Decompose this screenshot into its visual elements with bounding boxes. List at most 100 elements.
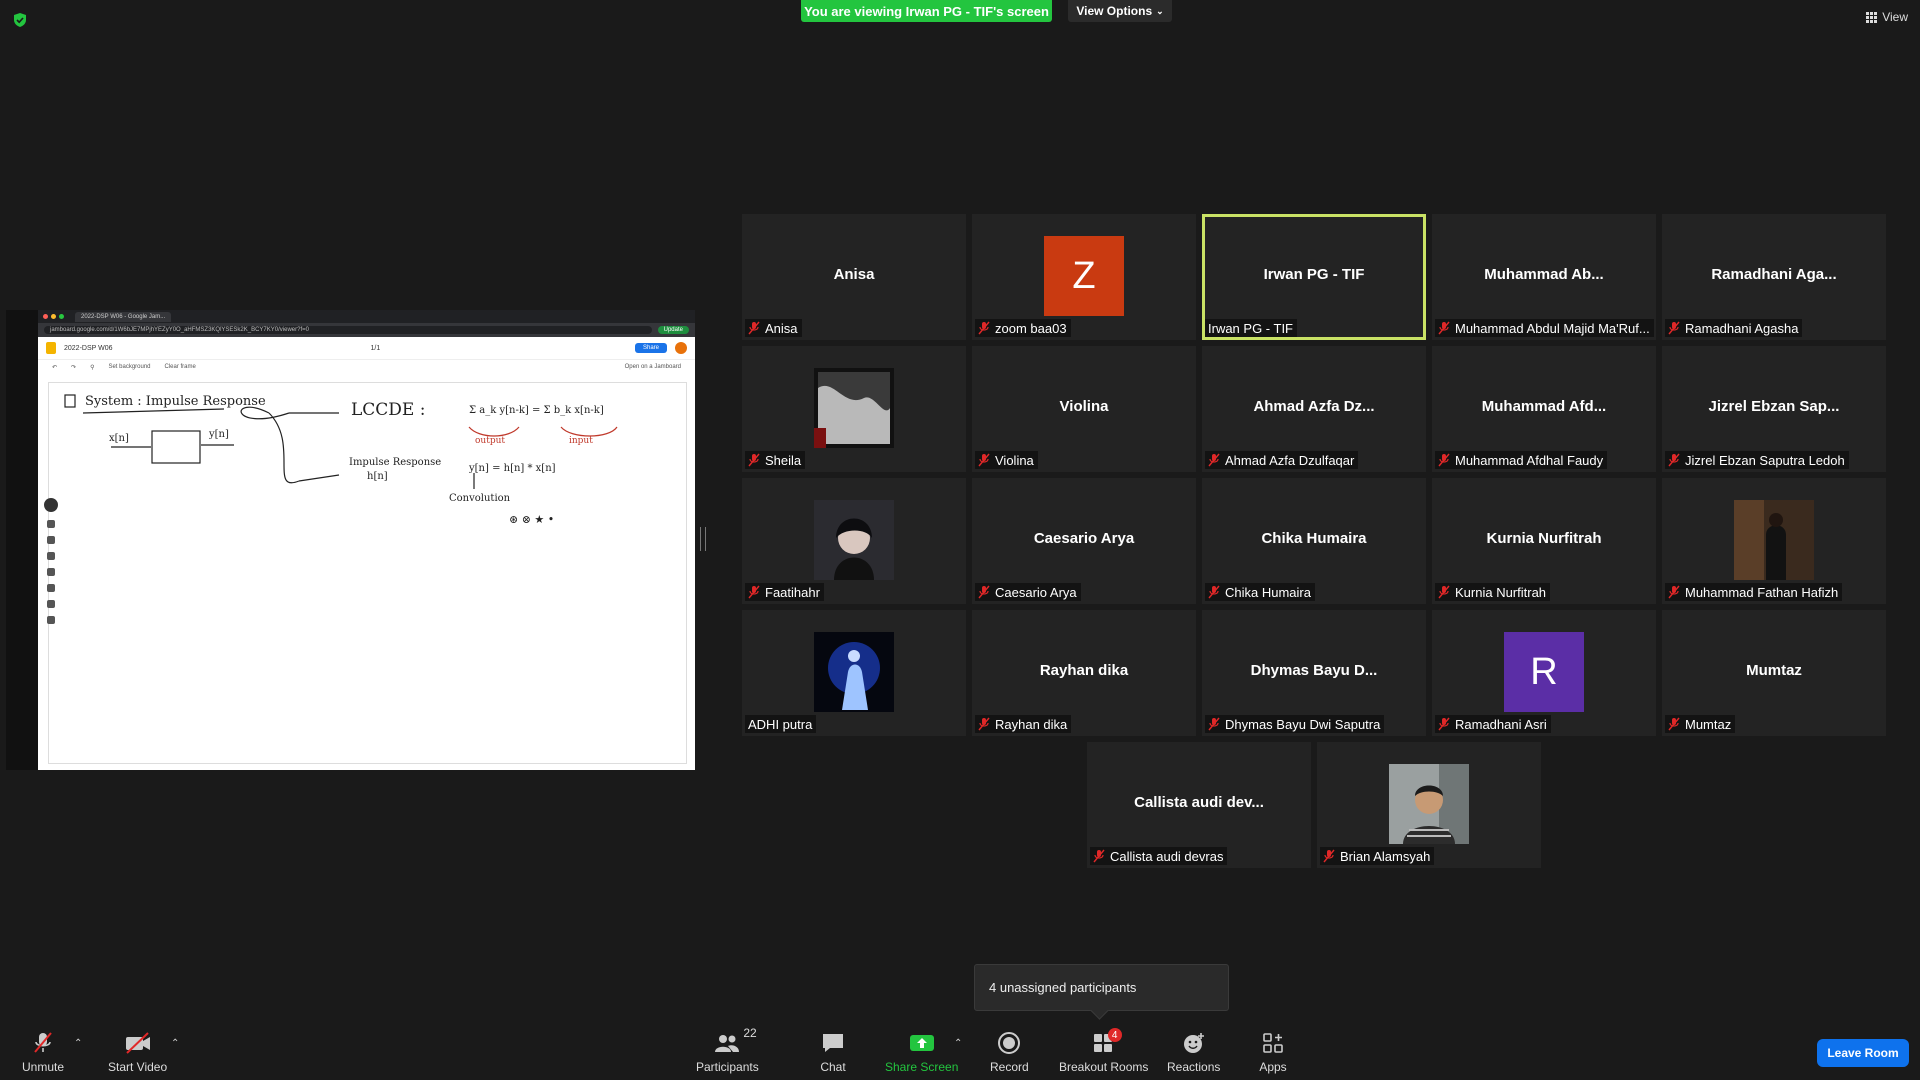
participant-tile[interactable]: Callista audi dev... Callista audi devras bbox=[1087, 742, 1311, 868]
viewing-banner-text: You are viewing Irwan PG - TIF's screen bbox=[804, 3, 1049, 19]
participant-tile[interactable]: Ramadhani Aga... Ramadhani Agasha bbox=[1662, 214, 1886, 340]
participant-name: Ramadhani Agasha bbox=[1685, 320, 1799, 336]
participant-avatar-letter: R bbox=[1504, 632, 1584, 712]
unassigned-text: 4 unassigned participants bbox=[989, 980, 1137, 995]
share-screen-button[interactable]: Share Screen bbox=[885, 1030, 958, 1074]
breakout-rooms-icon: 4 bbox=[1090, 1028, 1122, 1056]
participant-profile-photo bbox=[814, 368, 894, 448]
reactions-button[interactable]: Reactions bbox=[1167, 1030, 1220, 1074]
participant-name-label: Callista audi devras bbox=[1090, 847, 1228, 865]
participant-tile[interactable]: Zzoom baa03 bbox=[972, 214, 1196, 340]
participant-name-label: Muhammad Abdul Majid Ma'Ruf... bbox=[1435, 319, 1654, 337]
microphone-muted-icon bbox=[1438, 453, 1450, 467]
participant-name: Muhammad Fathan Hafizh bbox=[1685, 584, 1839, 600]
shared-screen[interactable]: 2022-DSP W06 - Google Jam... jamboard.go… bbox=[6, 310, 695, 770]
select-icon bbox=[47, 536, 55, 544]
participant-name: Anisa bbox=[765, 320, 798, 336]
split-view-divider[interactable] bbox=[700, 527, 706, 551]
participant-tile[interactable]: Brian Alamsyah bbox=[1317, 742, 1541, 868]
start-video-button[interactable]: Start Video bbox=[108, 1030, 167, 1074]
participant-tile[interactable]: Anisa Anisa bbox=[742, 214, 966, 340]
participant-tile[interactable]: Caesario Arya Caesario Arya bbox=[972, 478, 1196, 604]
participant-tile[interactable]: Jizrel Ebzan Sap... Jizrel Ebzan Saputra … bbox=[1662, 346, 1886, 472]
participant-tile[interactable]: Muhammad Fathan Hafizh bbox=[1662, 478, 1886, 604]
browser-tabbar: 2022-DSP W06 - Google Jam... bbox=[38, 310, 695, 323]
whiteboard-drawing: System : Impulse Response x[n] y[n] LCCD… bbox=[64, 394, 618, 526]
participant-profile-photo bbox=[814, 500, 894, 580]
record-button[interactable]: Record bbox=[990, 1030, 1029, 1074]
participant-display-name: Muhammad Ab... bbox=[1484, 266, 1604, 283]
view-label: View bbox=[1882, 10, 1908, 24]
chat-button[interactable]: Chat bbox=[819, 1030, 847, 1074]
participant-name-label: Brian Alamsyah bbox=[1320, 847, 1435, 865]
participant-name: Violina bbox=[995, 452, 1034, 468]
microphone-muted-icon bbox=[1438, 585, 1450, 599]
breakout-rooms-button[interactable]: 4 Breakout Rooms bbox=[1059, 1028, 1148, 1074]
laser-icon bbox=[47, 616, 55, 624]
leave-room-button[interactable]: Leave Room bbox=[1817, 1039, 1909, 1067]
security-shield-icon[interactable] bbox=[12, 12, 28, 28]
participant-tile[interactable]: Mumtaz Mumtaz bbox=[1662, 610, 1886, 736]
system-title-text: System : Impulse Response bbox=[85, 394, 266, 409]
microphone-muted-icon bbox=[1438, 717, 1450, 731]
output-signal-label: y[n] bbox=[208, 429, 229, 440]
participant-tile[interactable]: Muhammad Ab... Muhammad Abdul Majid Ma'Ru… bbox=[1432, 214, 1656, 340]
participant-name-label: Chika Humaira bbox=[1205, 583, 1315, 601]
view-layout-button[interactable]: View bbox=[1866, 10, 1908, 24]
participant-name: ADHI putra bbox=[748, 716, 813, 732]
chat-label: Chat bbox=[820, 1060, 846, 1074]
participant-profile-photo bbox=[814, 632, 894, 712]
participant-tile[interactable]: Ahmad Azfa Dz... Ahmad Azfa Dzulfaqar bbox=[1202, 346, 1426, 472]
participant-display-name: Dhymas Bayu D... bbox=[1250, 662, 1378, 679]
browser-url: jamboard.google.com/d/1W6bJE7MPjhYEZyY0O… bbox=[44, 326, 652, 334]
close-dot-icon bbox=[43, 314, 48, 319]
participant-tile[interactable]: Rayhan dika Rayhan dika bbox=[972, 610, 1196, 736]
microphone-muted-icon bbox=[1208, 717, 1220, 731]
participant-tile[interactable]: Muhammad Afd... Muhammad Afdhal Faudy bbox=[1432, 346, 1656, 472]
participant-name-label: Kurnia Nurfitrah bbox=[1435, 583, 1551, 601]
audio-options-caret-icon[interactable]: ⌃ bbox=[74, 1038, 82, 1049]
microphone-muted-icon bbox=[1668, 453, 1680, 467]
participant-tile[interactable]: Irwan PG - TIF Irwan PG - TIF bbox=[1202, 214, 1426, 340]
share-screen-label: Share Screen bbox=[885, 1060, 959, 1074]
participant-tile[interactable]: Sheila bbox=[742, 346, 966, 472]
apps-label: Apps bbox=[1259, 1060, 1287, 1074]
participant-profile-photo bbox=[1734, 500, 1814, 580]
unmute-button[interactable]: Unmute bbox=[22, 1030, 64, 1074]
participants-button[interactable]: 22 Participants bbox=[696, 1026, 759, 1074]
jamboard-avatar bbox=[675, 342, 687, 354]
input-signal-label: x[n] bbox=[109, 433, 129, 444]
participant-name: Chika Humaira bbox=[1225, 584, 1311, 600]
microphone-muted-icon bbox=[1093, 849, 1105, 863]
participant-name-label: Anisa bbox=[745, 319, 802, 337]
participant-name: Muhammad Afdhal Faudy bbox=[1455, 452, 1604, 468]
participant-name-label: Ramadhani Asri bbox=[1435, 715, 1551, 733]
participant-tile[interactable]: Violina Violina bbox=[972, 346, 1196, 472]
maximize-dot-icon bbox=[59, 314, 64, 319]
participant-tile[interactable]: Kurnia Nurfitrah Kurnia Nurfitrah bbox=[1432, 478, 1656, 604]
shared-screen-sidebar bbox=[6, 310, 38, 770]
participant-tile[interactable]: Dhymas Bayu D... Dhymas Bayu Dwi Saputra bbox=[1202, 610, 1426, 736]
participant-display-name: Rayhan dika bbox=[1039, 662, 1129, 679]
microphone-muted-icon bbox=[1668, 717, 1680, 731]
participant-tile[interactable]: Chika Humaira Chika Humaira bbox=[1202, 478, 1426, 604]
participant-tile[interactable]: Faatihahr bbox=[742, 478, 966, 604]
participant-name-label: Irwan PG - TIF bbox=[1205, 319, 1297, 337]
jamboard-doc-title: 2022-DSP W06 bbox=[64, 344, 113, 352]
participant-tile[interactable]: ADHI putra bbox=[742, 610, 966, 736]
view-options-button[interactable]: View Options ⌄ bbox=[1068, 0, 1172, 22]
video-options-caret-icon[interactable]: ⌃ bbox=[171, 1038, 179, 1049]
share-screen-icon bbox=[908, 1030, 936, 1056]
convolution-equation: y[n] = h[n] * x[n] bbox=[468, 463, 556, 474]
participant-display-name: Violina bbox=[1059, 398, 1109, 415]
record-icon bbox=[995, 1030, 1023, 1056]
unassigned-participants-tooltip: 4 unassigned participants bbox=[974, 964, 1229, 1011]
participant-tile[interactable]: R Ramadhani Asri bbox=[1432, 610, 1656, 736]
participant-display-name: Muhammad Afd... bbox=[1481, 398, 1607, 415]
leave-room-label: Leave Room bbox=[1827, 1046, 1899, 1060]
share-options-caret-icon[interactable]: ⌃ bbox=[954, 1038, 962, 1049]
apps-button[interactable]: Apps bbox=[1259, 1030, 1287, 1074]
microphone-muted-icon bbox=[748, 321, 760, 335]
meeting-toolbar: Unmute ⌃ Start Video ⌃ 22 Participants C… bbox=[0, 1024, 1920, 1080]
microphone-muted-icon bbox=[978, 321, 990, 335]
